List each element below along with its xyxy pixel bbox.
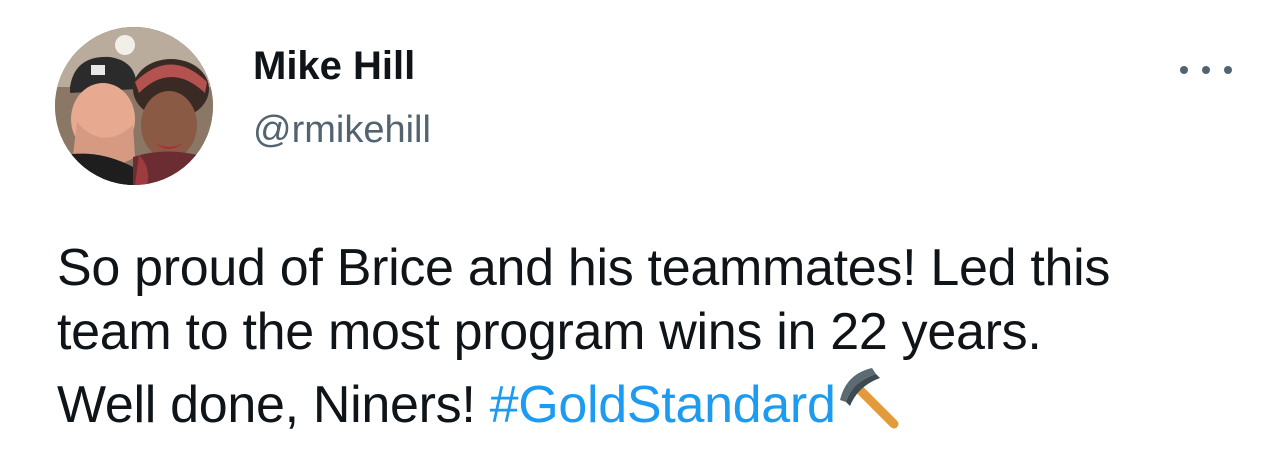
tweet-card: Mike Hill @rmikehill So proud of Brice a… xyxy=(0,0,1268,464)
pick-icon xyxy=(839,368,899,429)
tweet-text-line: team to the most program wins in 22 year… xyxy=(57,303,1042,361)
profile-photo xyxy=(55,27,213,185)
tweet-text-line: So proud of Brice and his teammates! Led… xyxy=(57,239,1111,297)
avatar[interactable] xyxy=(55,27,213,185)
tweet-text: So proud of Brice and his teammates! Led… xyxy=(57,236,1237,437)
tweet-text-segment: Well done, Niners! xyxy=(57,376,490,434)
more-dot xyxy=(1202,66,1210,74)
more-dot xyxy=(1180,66,1188,74)
more-dot xyxy=(1224,66,1232,74)
author-display-name[interactable]: Mike Hill xyxy=(253,42,415,90)
tweet-text-line: Well done, Niners! #GoldStandard xyxy=(57,364,1237,437)
author-handle[interactable]: @rmikehill xyxy=(253,106,431,154)
more-options-icon[interactable] xyxy=(1180,52,1232,88)
hashtag-link[interactable]: #GoldStandard xyxy=(490,376,836,434)
